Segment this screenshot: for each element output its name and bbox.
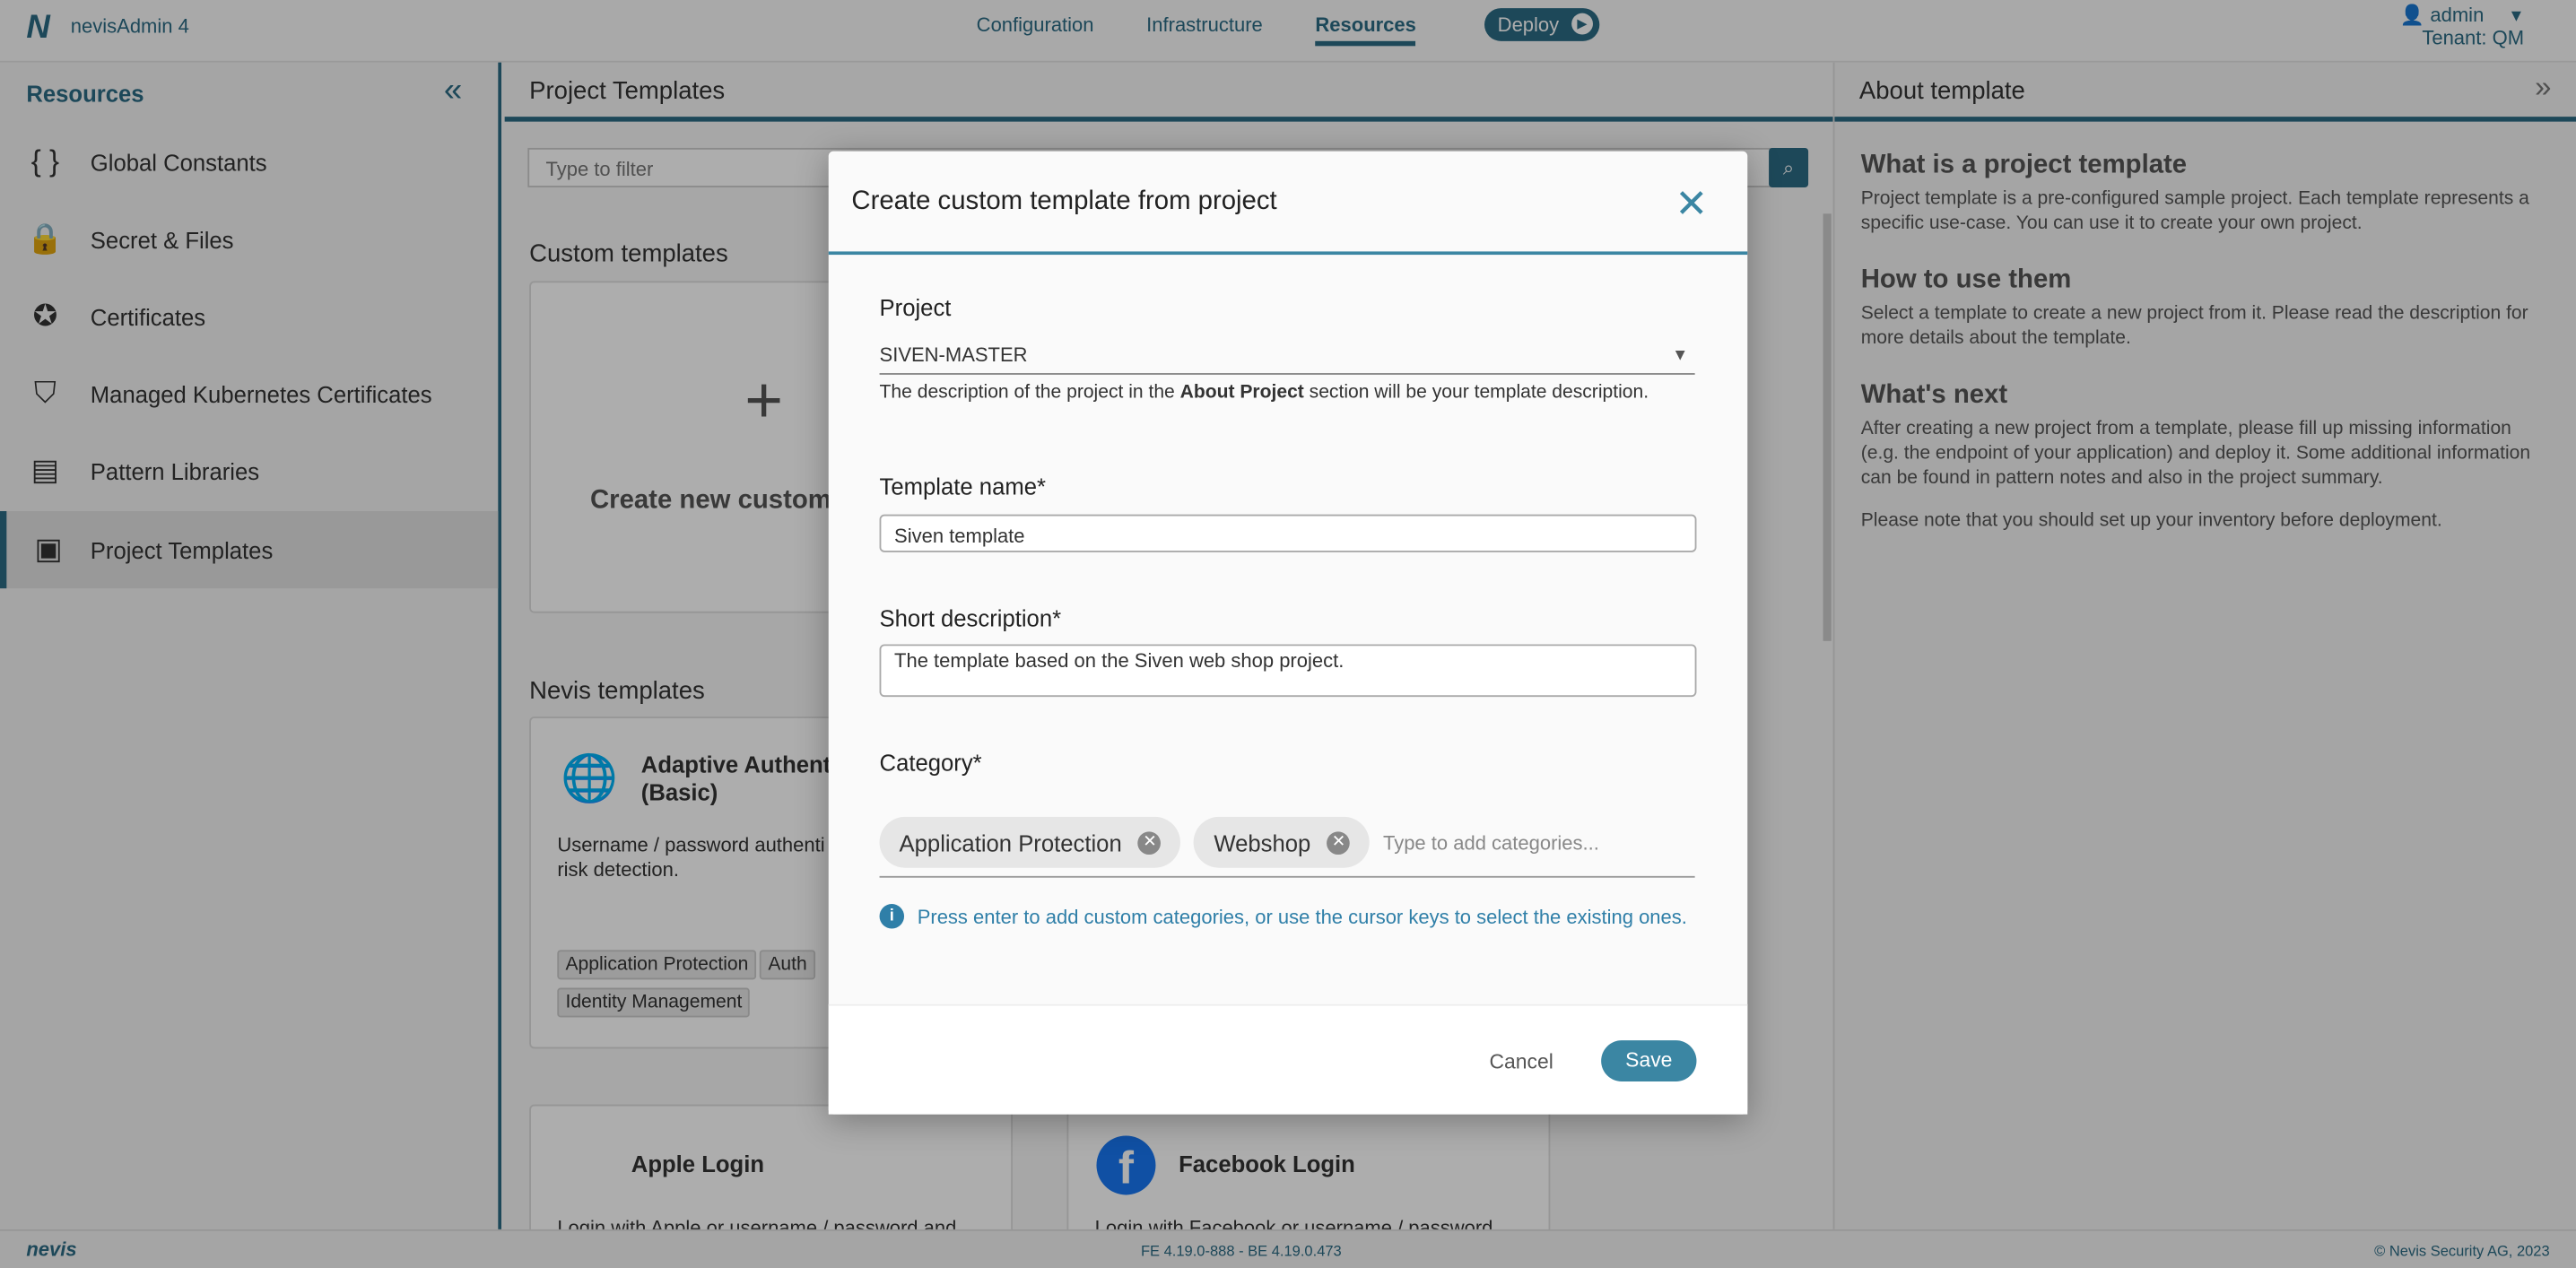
short-description-textarea[interactable]: The template based on the Siven web shop… <box>879 644 1697 698</box>
hint-text-2: section will be your template descriptio… <box>1303 383 1649 404</box>
category-chip: Webshop ✕ <box>1194 816 1371 868</box>
dialog-title: Create custom template from project <box>828 152 1748 256</box>
template-name-input[interactable]: Siven template <box>879 514 1697 552</box>
remove-chip-icon[interactable]: ✕ <box>1138 830 1162 855</box>
chip-label: Webshop <box>1214 829 1311 855</box>
save-button[interactable]: Save <box>1601 1040 1697 1081</box>
remove-chip-icon[interactable]: ✕ <box>1327 830 1351 855</box>
project-value: SIVEN-MASTER <box>879 343 1028 367</box>
close-icon[interactable]: ✕ <box>1675 181 1708 229</box>
info-text: Press enter to add custom categories, or… <box>917 904 1687 928</box>
category-text-input[interactable]: Type to add categories... <box>1383 817 1630 855</box>
dialog-footer: Cancel Save <box>828 1003 1748 1115</box>
category-chip: Application Protection ✕ <box>879 816 1181 868</box>
create-template-dialog: Create custom template from project ✕ Pr… <box>828 151 1748 1115</box>
project-hint: The description of the project in the Ab… <box>880 383 1649 403</box>
category-label: Category* <box>879 749 982 777</box>
chip-label: Application Protection <box>899 829 1122 855</box>
hint-text: The description of the project in the <box>879 383 1180 404</box>
template-name-label: Template name* <box>879 473 1046 500</box>
cancel-button[interactable]: Cancel <box>1490 1050 1553 1073</box>
hint-bold: About Project <box>1179 383 1304 404</box>
chevron-down-icon: ▼ <box>1672 346 1689 365</box>
category-info: i Press enter to add custom categories, o… <box>879 904 1687 929</box>
short-description-label: Short description* <box>879 604 1062 631</box>
project-select[interactable]: SIVEN-MASTER ▼ <box>879 340 1695 375</box>
project-label: Project <box>879 294 952 321</box>
category-input[interactable]: Application Protection ✕ Webshop ✕ Type to… <box>879 816 1695 878</box>
info-icon: i <box>879 904 905 929</box>
